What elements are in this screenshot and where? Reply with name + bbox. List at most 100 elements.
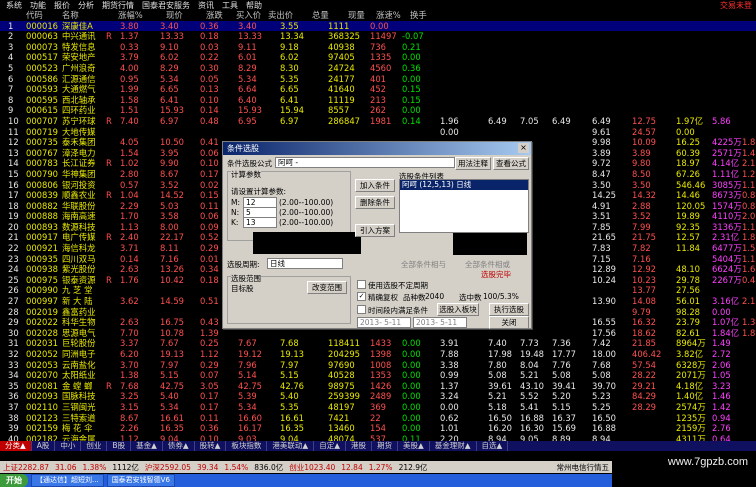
- col-header[interactable]: 涨速%: [376, 10, 401, 21]
- menu-item-8[interactable]: 帮助: [246, 0, 262, 11]
- col-header[interactable]: 现价: [166, 10, 183, 21]
- table-row[interactable]: 7 000593 大通燃气 1.99 6.65 0.13 6.64 6.65 41640 452 0…: [0, 84, 756, 95]
- tab-15[interactable]: 自选▲: [477, 441, 509, 451]
- table-cell: 29: [8, 317, 19, 328]
- col-header[interactable]: 换手: [410, 10, 427, 21]
- table-cell: 5.40: [280, 391, 299, 402]
- table-cell: 7421: [328, 412, 350, 423]
- tab-2[interactable]: 中小: [55, 441, 82, 451]
- menu-item-4[interactable]: 期货行情: [102, 0, 134, 11]
- table-row[interactable]: 33 002053 云南盐化 3.70 7.97 0.29 7.96 7.97 97690 100…: [0, 360, 756, 371]
- col-header[interactable]: 卖出价: [268, 10, 293, 21]
- start-button[interactable]: 开始: [0, 474, 28, 487]
- period-select[interactable]: 日线: [267, 258, 343, 269]
- menu-item-6[interactable]: 资讯: [198, 0, 214, 11]
- add-condition-button[interactable]: 加入条件: [355, 179, 395, 192]
- tab-14[interactable]: 基金理财▲: [430, 441, 477, 451]
- range-value: 目标股: [231, 284, 254, 293]
- table-cell: 1.84亿: [712, 327, 740, 338]
- table-cell: 7: [8, 84, 14, 95]
- taskbar-item-gtja[interactable]: 国泰君安钱智德V6: [106, 474, 175, 487]
- taskbar-item-tdx[interactable]: 【通达信】超短刘...: [31, 474, 104, 487]
- change-range-button[interactable]: 改变范围: [307, 281, 347, 294]
- tab-11[interactable]: 港股: [346, 441, 372, 451]
- table-cell: 546.46: [676, 179, 706, 190]
- tab-8[interactable]: 板块指数: [226, 441, 268, 451]
- table-cell: 118411: [328, 338, 360, 349]
- table-cell: 19.48: [520, 349, 544, 359]
- table-row[interactable]: 35 002081 金 螳 螂 R 7.68 42.75 3.05 42.75 42.76 989…: [0, 381, 756, 392]
- table-row[interactable]: 36 002093 国脉科技 3.25 5.40 0.17 5.39 5.40 259399 24…: [0, 391, 756, 402]
- menu-item-0[interactable]: 系统: [6, 0, 22, 11]
- table-row[interactable]: 8 000595 西北轴承 1.58 6.41 0.10 6.40 6.41 11119 213 0…: [0, 95, 756, 106]
- menu-bar: 系统 功能 报价 分析 期货行情 国泰君安服务 资讯 工具 帮助 交易未登: [0, 0, 756, 10]
- table-cell: 4.18亿: [676, 380, 704, 391]
- table-row[interactable]: 9 000615 四环药业 1.51 15.93 0.14 15.93 15.94 8557 26…: [0, 105, 756, 116]
- col-header[interactable]: 现量: [348, 10, 365, 21]
- table-row[interactable]: 6 000586 汇源通信 0.95 5.34 0.05 5.34 5.35 24177 401 0…: [0, 74, 756, 85]
- table-cell: 000735: [26, 137, 58, 148]
- tab-7[interactable]: 股转▲: [195, 441, 227, 451]
- col-header[interactable]: 涨幅%: [118, 10, 143, 21]
- col-header[interactable]: 涨跌: [206, 10, 223, 21]
- formula-select[interactable]: 阿呵 -: [275, 157, 455, 168]
- tab-1[interactable]: A股: [32, 441, 56, 451]
- date-to-input[interactable]: 2013- 5-11: [413, 317, 467, 328]
- table-cell: 6477万: [712, 243, 742, 254]
- table-row[interactable]: 37 002110 三钢闽光 3.15 5.34 0.17 5.34 5.35 48197 369…: [0, 402, 756, 413]
- table-cell: 3.80: [120, 20, 139, 31]
- table-row[interactable]: 32 002052 同洲电子 6.20 19.13 1.12 19.12 19.13 20429…: [0, 349, 756, 360]
- tab-4[interactable]: B股: [107, 441, 132, 451]
- into-board-button[interactable]: 选股入板块: [437, 303, 479, 316]
- all-conditions-and[interactable]: 全部条件相与: [401, 259, 446, 270]
- table-row[interactable]: 34 002070 太阳纸业 1.38 5.15 0.07 5.14 5.15 40528 135…: [0, 370, 756, 381]
- time-range-checkbox[interactable]: [357, 305, 366, 314]
- tab-6[interactable]: 债券▲: [163, 441, 195, 451]
- menu-item-2[interactable]: 报价: [54, 0, 70, 11]
- blacked-out-region-2: [453, 233, 527, 255]
- col-header[interactable]: 买入价: [236, 10, 261, 21]
- cyb-amount: 212.9亿: [398, 462, 428, 472]
- view-formula-button[interactable]: 查看公式: [493, 157, 529, 170]
- k-input[interactable]: 13: [243, 217, 277, 228]
- delete-condition-button[interactable]: 删除条件: [355, 196, 395, 209]
- precise-adjust-checkbox[interactable]: ✓: [357, 292, 366, 301]
- table-row[interactable]: 11 000719 大地传媒 0.00 9.61 24.57 0.00: [0, 127, 756, 138]
- import-scheme-button[interactable]: 引入方案: [355, 224, 395, 237]
- col-header[interactable]: 名称: [62, 10, 79, 21]
- table-row[interactable]: 31 002031 巨轮股份 3.37 7.67 0.25 7.67 7.68 118411 14…: [0, 338, 756, 349]
- tab-9[interactable]: 港美联动▲: [267, 441, 315, 451]
- table-cell: 5.15: [552, 401, 571, 412]
- table-row[interactable]: 10 000707 苏宁环球 R 7.40 6.97 0.48 6.95 6.97 286847 1…: [0, 116, 756, 127]
- condition-item[interactable]: 阿呵 (12,5,13) 日线: [400, 180, 528, 190]
- tab-0[interactable]: 分类▲: [0, 441, 32, 451]
- table-row[interactable]: 4 000517 荣安地产 3.79 6.02 0.22 6.01 6.02 97405 1335…: [0, 52, 756, 63]
- table-row[interactable]: 1 000016 深康佳A 3.80 3.40 0.36 3.40 3.55 1111 0.00: [0, 20, 756, 32]
- menu-item-3[interactable]: 分析: [78, 0, 94, 11]
- table-row[interactable]: 39 002159 梅 花 伞 2.26 16.35 0.36 16.17 16.35 1346…: [0, 423, 756, 434]
- tab-10[interactable]: 自定▲: [314, 441, 346, 451]
- menu-item-1[interactable]: 功能: [30, 0, 46, 11]
- table-row[interactable]: 2 000063 中兴通讯 R 1.37 13.33 0.18 13.33 13.34 36832…: [0, 31, 756, 42]
- tab-3[interactable]: 创业: [81, 441, 108, 451]
- execute-filter-button[interactable]: 执行选股: [489, 303, 529, 316]
- tab-13[interactable]: 美股▲: [398, 441, 430, 451]
- date-from-input[interactable]: 2013- 5-11: [357, 317, 411, 328]
- close-button[interactable]: 关闭: [489, 316, 529, 329]
- usage-note-button[interactable]: 用法注释: [455, 157, 491, 170]
- col-header[interactable]: 总量: [312, 10, 329, 21]
- table-row[interactable]: 3 000073 特发信息 0.33 9.10 0.03 9.11 9.18 40938 736 0…: [0, 42, 756, 53]
- close-icon[interactable]: ×: [518, 143, 529, 153]
- n-label: N:: [231, 208, 240, 217]
- tab-12[interactable]: 期货: [372, 441, 398, 451]
- col-header[interactable]: 代码: [26, 10, 43, 21]
- use-period-checkbox[interactable]: [357, 280, 366, 289]
- table-cell: 98.28: [676, 306, 700, 317]
- table-row[interactable]: 30 002028 思源电气 7.70 10.78 1.39 17.56 18.62 82.61…: [0, 328, 756, 339]
- tab-5[interactable]: 基金▲: [131, 441, 163, 451]
- table-row[interactable]: 5 000523 广州浪奇 4.00 8.29 0.30 8.29 8.30 24724 4560…: [0, 63, 756, 74]
- menu-item-5[interactable]: 国泰君安服务: [142, 0, 190, 11]
- menu-item-7[interactable]: 工具: [222, 0, 238, 11]
- table-row[interactable]: 38 002123 三特索道 8.67 16.61 0.11 16.60 16.61 7421 2…: [0, 413, 756, 424]
- condition-list[interactable]: 阿呵 (12,5,13) 日线: [399, 179, 529, 233]
